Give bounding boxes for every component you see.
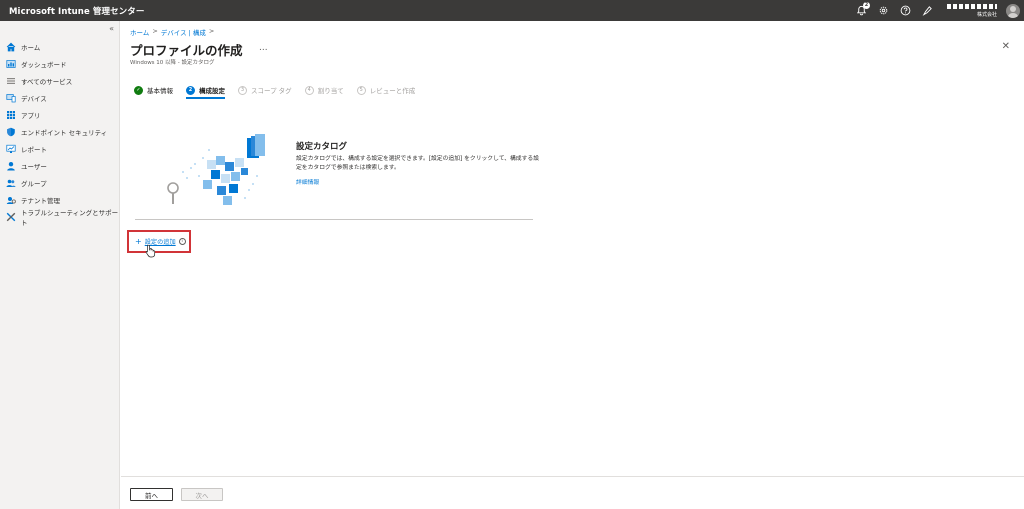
sidebar-item-endpoint-security[interactable]: エンドポイント セキュリティ xyxy=(0,123,120,140)
sidebar-nav: ホーム ダッシュボード すべてのサービス デバイス アプリ エンドポイント セキ… xyxy=(0,38,120,227)
step-number: 2 xyxy=(186,85,195,95)
step-label: 基本情報 xyxy=(147,87,173,95)
step-configuration-settings[interactable]: 2 構成設定 xyxy=(186,85,225,99)
account-org: 株式会社 xyxy=(976,11,997,18)
groups-icon xyxy=(6,178,16,188)
help-icon[interactable] xyxy=(899,4,912,17)
avatar[interactable] xyxy=(1006,3,1020,18)
sidebar-item-label: デバイス xyxy=(21,94,47,103)
next-button[interactable]: 次へ xyxy=(181,488,223,501)
page-subtitle: Windows 10 以降 - 設定カタログ xyxy=(130,60,215,66)
breadcrumb-home[interactable]: ホーム xyxy=(130,27,149,37)
step-scope-tags: 3 スコープ タグ xyxy=(238,85,292,95)
close-icon[interactable]: ✕ xyxy=(1002,41,1010,52)
settings-catalog-illustration xyxy=(167,134,265,205)
sidebar-item-all-services[interactable]: すべてのサービス xyxy=(0,72,120,89)
gear-icon[interactable] xyxy=(877,4,890,17)
step-number: 3 xyxy=(238,85,247,95)
page-title: プロファイルの作成 xyxy=(130,43,243,58)
step-assignments: 4 割り当て xyxy=(304,85,344,95)
sidebar-item-home[interactable]: ホーム xyxy=(0,38,120,55)
sidebar: « ホーム ダッシュボード すべてのサービス デバイス アプリ エンドポイント … xyxy=(0,21,120,509)
all-services-icon xyxy=(6,76,16,86)
step-label: 構成設定 xyxy=(199,87,225,95)
sidebar-item-devices[interactable]: デバイス xyxy=(0,89,120,106)
sidebar-item-apps[interactable]: アプリ xyxy=(0,106,120,123)
sidebar-item-label: ホーム xyxy=(21,43,41,52)
sidebar-item-label: エンドポイント セキュリティ xyxy=(21,128,108,137)
add-settings-button[interactable]: + 設定の追加 i xyxy=(127,230,191,253)
dashboard-icon xyxy=(6,59,16,69)
previous-button[interactable]: 前へ xyxy=(130,488,173,501)
more-options-icon[interactable]: ... xyxy=(259,43,268,53)
breadcrumb: ホーム > デバイス | 構成 > xyxy=(130,27,214,37)
sidebar-item-label: レポート xyxy=(21,145,47,154)
reports-icon xyxy=(6,144,16,154)
topbar-actions: 2 株式会社 xyxy=(855,0,1020,21)
devices-icon xyxy=(6,93,16,103)
sidebar-item-dashboard[interactable]: ダッシュボード xyxy=(0,55,120,72)
catalog-title: 設定カタログ xyxy=(296,142,348,152)
wrench-icon xyxy=(6,212,16,222)
learn-more-link[interactable]: 詳細情報 xyxy=(296,177,319,186)
sidebar-item-tenant-admin[interactable]: テナント管理 xyxy=(0,191,120,208)
sidebar-item-label: アプリ xyxy=(21,111,41,120)
hand-cursor-icon xyxy=(145,244,156,258)
step-label: レビューと作成 xyxy=(369,87,416,95)
sidebar-item-label: テナント管理 xyxy=(21,196,60,205)
apps-icon xyxy=(6,110,16,120)
footer: 前へ 次へ xyxy=(121,476,1024,509)
step-review-create: 5 レビューと作成 xyxy=(356,85,416,95)
sidebar-item-reports[interactable]: レポート xyxy=(0,140,120,157)
tenant-icon xyxy=(6,195,16,205)
collapse-sidebar-icon[interactable]: « xyxy=(109,24,114,33)
top-bar: Microsoft Intune 管理センター 2 株式会社 xyxy=(0,0,1024,21)
sidebar-item-label: グループ xyxy=(21,179,47,188)
user-icon xyxy=(6,161,16,171)
notification-icon[interactable]: 2 xyxy=(855,2,870,17)
breadcrumb-devices-config[interactable]: デバイス | 構成 xyxy=(161,27,206,37)
step-label: 割り当て xyxy=(317,87,344,95)
shield-icon xyxy=(6,127,16,137)
catalog-description: 設定カタログでは、構成する設定を選択できます。[設定の追加] をクリックして、構… xyxy=(296,156,539,171)
home-icon xyxy=(6,42,16,52)
wizard-steps: ✓ 基本情報 2 構成設定 3 スコープ タグ 4 割り当て 5 レビューと作成 xyxy=(134,85,416,99)
step-label: スコープ タグ xyxy=(251,87,292,95)
sidebar-item-groups[interactable]: グループ xyxy=(0,174,120,191)
sidebar-item-label: ユーザー xyxy=(21,162,47,171)
account-name-redacted xyxy=(947,3,997,9)
info-icon[interactable]: i xyxy=(178,238,186,245)
step-basics[interactable]: ✓ 基本情報 xyxy=(134,85,173,95)
sidebar-item-label: ダッシュボード xyxy=(21,60,67,69)
breadcrumb-separator: > xyxy=(152,27,158,35)
main-content: ホーム > デバイス | 構成 > プロファイルの作成 ... Windows … xyxy=(121,21,1024,509)
step-number: 4 xyxy=(304,85,314,95)
feedback-icon[interactable] xyxy=(921,4,934,17)
step-check-icon: ✓ xyxy=(134,85,143,95)
breadcrumb-separator: > xyxy=(208,27,215,35)
plus-icon: + xyxy=(135,237,142,246)
sidebar-item-label: トラブルシューティングとサポート xyxy=(21,208,119,227)
notification-badge: 2 xyxy=(863,2,870,9)
sidebar-item-label: すべてのサービス xyxy=(21,77,73,86)
step-number: 5 xyxy=(356,85,366,95)
account-info[interactable]: 株式会社 xyxy=(947,3,997,18)
divider xyxy=(135,219,533,220)
app-title[interactable]: Microsoft Intune 管理センター xyxy=(0,5,144,17)
sidebar-item-users[interactable]: ユーザー xyxy=(0,157,120,174)
sidebar-item-troubleshooting[interactable]: トラブルシューティングとサポート xyxy=(0,208,120,227)
